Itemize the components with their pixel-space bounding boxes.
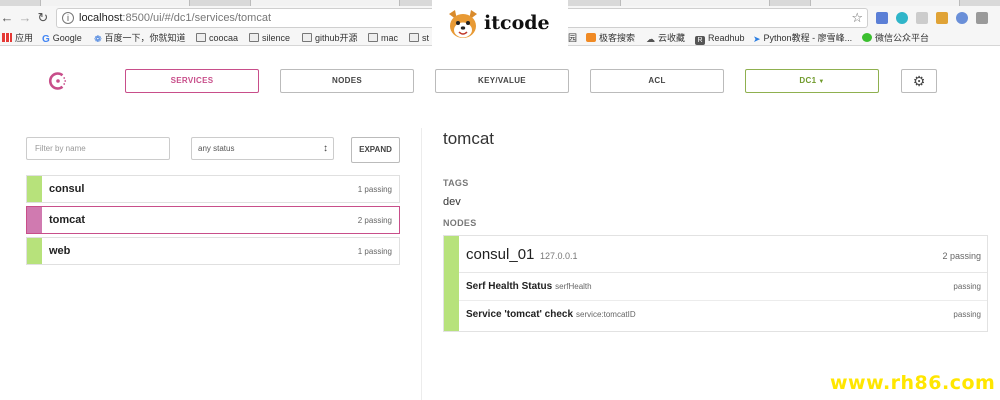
status-select[interactable]: any status ↕ xyxy=(191,137,334,160)
health-bar xyxy=(444,236,459,331)
node-name: consul_01 xyxy=(466,246,535,263)
folder-icon xyxy=(196,33,206,42)
bookmark-item[interactable]: 园 xyxy=(568,31,577,45)
status-select-value: any status xyxy=(198,144,235,153)
folder-icon xyxy=(249,33,259,42)
tag-value: dev xyxy=(443,196,461,208)
watermark-logo: itcode xyxy=(432,0,568,46)
service-row-tomcat[interactable]: tomcat 2 passing xyxy=(26,206,400,234)
extension-icon[interactable] xyxy=(976,12,988,24)
filter-by-name-input[interactable] xyxy=(26,137,170,160)
bookmark-item[interactable]: ➤ Python教程 - 廖雪峰... xyxy=(753,31,852,45)
service-status: 1 passing xyxy=(357,247,392,256)
service-name: consul xyxy=(49,183,85,195)
bookmark-item[interactable]: st xyxy=(409,31,429,45)
service-row-web[interactable]: web 1 passing xyxy=(26,237,400,265)
forward-icon[interactable]: → xyxy=(18,11,32,25)
nav-tab-acl[interactable]: ACL xyxy=(590,69,724,93)
extension-icon[interactable] xyxy=(916,12,928,24)
check-status: passing xyxy=(953,282,981,291)
node-header[interactable]: consul_01 127.0.0.1 2 passing xyxy=(459,236,987,273)
readhub-icon: R xyxy=(695,36,705,45)
apps-icon xyxy=(2,33,12,42)
check-status: passing xyxy=(953,310,981,319)
extension-icon[interactable] xyxy=(936,12,948,24)
tags-label: TAGS xyxy=(443,178,469,188)
nav-tab-services[interactable]: SERVICES xyxy=(125,69,259,93)
nav-tab-nodes[interactable]: NODES xyxy=(280,69,414,93)
extension-icon[interactable] xyxy=(956,12,968,24)
rocket-icon: ➤ xyxy=(753,34,761,44)
health-bar xyxy=(27,207,42,233)
back-icon[interactable]: ← xyxy=(0,11,14,25)
check-id: serfHealth xyxy=(555,282,592,291)
reload-icon[interactable]: ↻ xyxy=(36,11,50,25)
wechat-icon xyxy=(862,33,872,42)
extension-icon[interactable] xyxy=(876,12,888,24)
health-check-row[interactable]: Service 'tomcat' check service:tomcatID p… xyxy=(459,301,987,329)
node-status: 2 passing xyxy=(942,251,981,261)
extension-icon[interactable] xyxy=(896,12,908,24)
service-detail-title: tomcat xyxy=(443,129,495,148)
datacenter-dropdown[interactable]: DC1 ▼ xyxy=(745,69,879,93)
bookmark-item[interactable]: ❁ 百度一下，你就知道 xyxy=(94,31,186,45)
folder-icon xyxy=(368,33,378,42)
cloud-icon: ☁ xyxy=(646,34,655,44)
watermark-logo-text: itcode xyxy=(484,12,550,34)
node-card: consul_01 127.0.0.1 2 passing Serf Healt… xyxy=(443,235,988,332)
datacenter-label: DC1 xyxy=(799,76,817,85)
health-check-row[interactable]: Serf Health Status serfHealth passing xyxy=(459,273,987,301)
nav-tab-keyvalue[interactable]: KEY/VALUE xyxy=(435,69,569,93)
baidu-icon: ❁ xyxy=(94,34,102,44)
address-bar-url: localhost:8500/ui/#/dc1/services/tomcat xyxy=(79,12,271,24)
service-name: tomcat xyxy=(49,214,86,226)
bookmark-item[interactable]: coocaa xyxy=(196,31,238,45)
bookmark-item[interactable]: mac xyxy=(368,31,398,45)
bookmark-item[interactable]: silence xyxy=(249,31,290,45)
bookmark-item[interactable]: R Readhub xyxy=(695,31,745,45)
health-bar xyxy=(27,238,42,264)
service-status: 1 passing xyxy=(357,185,392,194)
settings-button[interactable]: ⚙ xyxy=(901,69,937,93)
health-bar xyxy=(27,176,42,202)
expand-button[interactable]: EXPAND xyxy=(351,137,400,163)
node-address: 127.0.0.1 xyxy=(540,251,578,261)
check-name: Serf Health Status serfHealth xyxy=(466,281,592,292)
bookmark-item[interactable]: 应用 xyxy=(2,31,33,45)
consul-logo-icon[interactable] xyxy=(48,71,68,91)
bookmark-item[interactable]: github开源 xyxy=(302,31,358,45)
caret-down-icon: ▼ xyxy=(818,79,825,85)
bookmark-item[interactable]: G Google xyxy=(42,31,82,45)
dog-mascot-icon xyxy=(449,10,477,38)
site-info-icon[interactable]: i xyxy=(62,12,74,24)
gear-icon: ⚙ xyxy=(912,73,926,89)
service-row-consul[interactable]: consul 1 passing xyxy=(26,175,400,203)
bookmark-item[interactable]: 极客搜索 xyxy=(586,31,635,45)
google-icon: G xyxy=(42,34,50,45)
bookmark-item[interactable]: ☁ 云收藏 xyxy=(646,31,685,45)
service-name: web xyxy=(49,245,71,257)
select-arrows-icon: ↕ xyxy=(323,143,328,154)
site-watermark: www.rh86.com xyxy=(830,372,996,394)
bookmark-item[interactable]: 微信公众平台 xyxy=(862,31,929,45)
service-status: 2 passing xyxy=(357,216,392,225)
bookmark-star-icon[interactable]: ☆ xyxy=(851,10,863,26)
check-id: service:tomcatID xyxy=(576,310,636,319)
folder-icon xyxy=(409,33,419,42)
folder-icon xyxy=(302,33,312,42)
nodes-label: NODES xyxy=(443,218,477,228)
jike-search-icon xyxy=(586,33,596,42)
check-name: Service 'tomcat' check service:tomcatID xyxy=(466,309,636,320)
column-divider xyxy=(421,128,422,400)
